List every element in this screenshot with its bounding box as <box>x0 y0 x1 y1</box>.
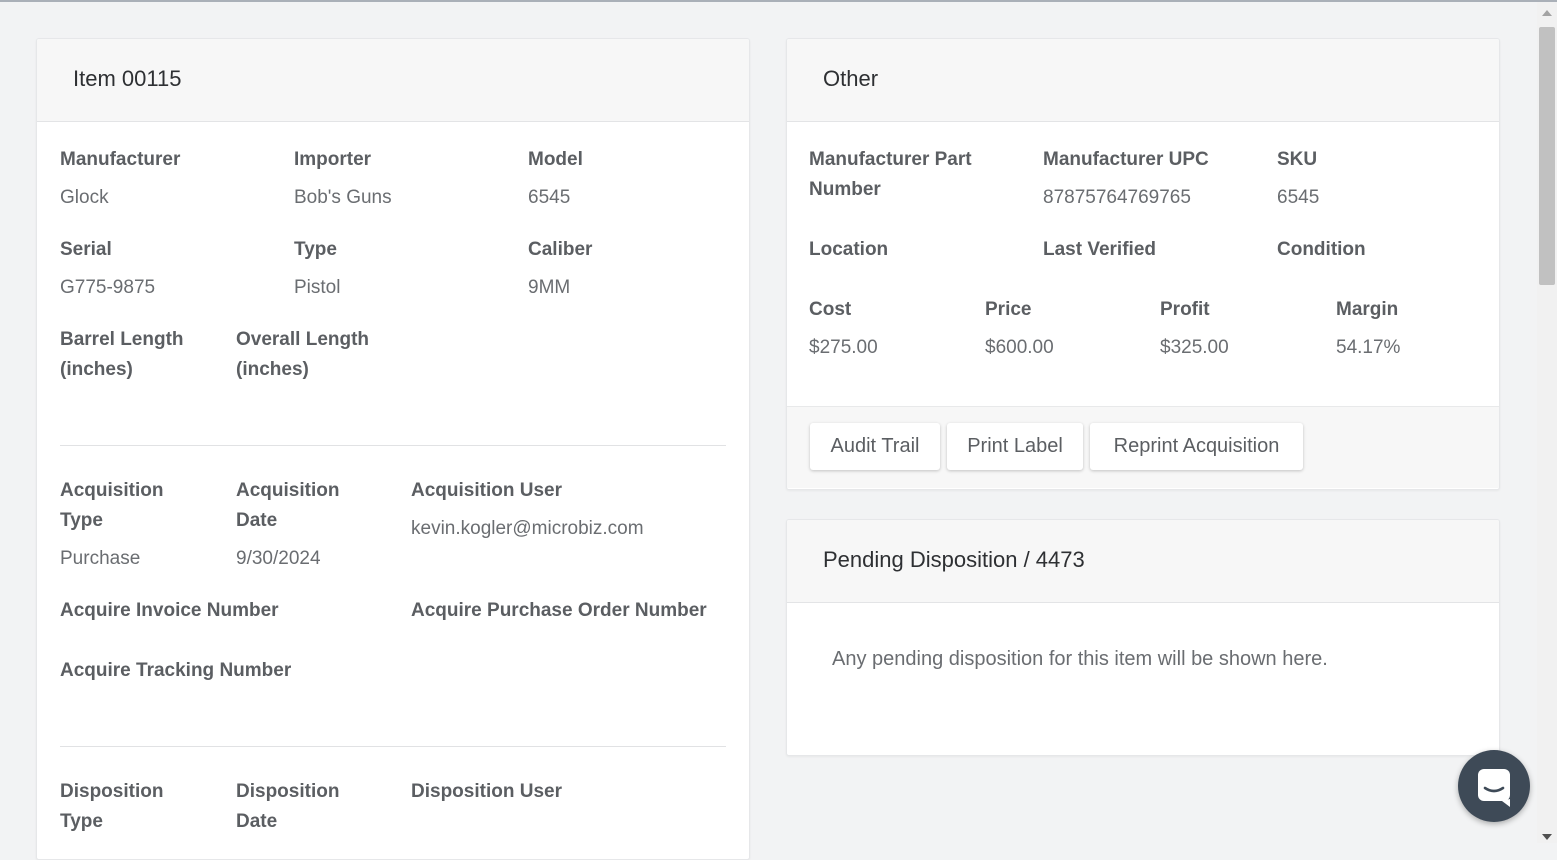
other-card-header: Other <box>787 39 1499 122</box>
acquisition-user-label: Acquisition User <box>411 480 562 501</box>
pending-disposition-message: Any pending disposition for this item wi… <box>832 648 1328 670</box>
item-card-title: Item 00115 <box>73 66 182 91</box>
barrel-length-label: Barrel Length (inches) <box>60 325 184 385</box>
pending-card-title: Pending Disposition / 4473 <box>823 547 1085 572</box>
print-label-button[interactable]: Print Label <box>947 423 1083 470</box>
importer-value: Bob's Guns <box>294 187 392 208</box>
chat-launcher-button[interactable] <box>1458 750 1530 822</box>
overall-length-label-line2: (inches) <box>236 359 309 380</box>
type-label: Type <box>294 239 337 260</box>
model-label: Model <box>528 149 583 170</box>
acquire-po-number-label: Acquire Purchase Order Number <box>411 600 707 621</box>
audit-trail-button[interactable]: Audit Trail <box>810 423 940 470</box>
disposition-type-label: Disposition Type <box>60 777 163 837</box>
other-card: Other Manufacturer Part Number Manufactu… <box>786 38 1500 490</box>
pending-disposition-card: Pending Disposition / 4473 Any pending d… <box>786 519 1500 756</box>
margin-label: Margin <box>1336 299 1399 320</box>
vertical-scrollbar[interactable] <box>1537 2 1557 843</box>
acquisition-date-label-line2: Date <box>236 510 278 531</box>
acquire-invoice-number-label: Acquire Invoice Number <box>60 600 279 621</box>
price-label: Price <box>985 299 1032 320</box>
overall-length-label: Overall Length (inches) <box>236 325 369 385</box>
sku-value: 6545 <box>1277 187 1320 208</box>
caliber-value: 9MM <box>528 277 571 298</box>
scroll-up-arrow-icon[interactable] <box>1542 10 1552 16</box>
item-card-header: Item 00115 <box>37 39 749 122</box>
model-value: 6545 <box>528 187 571 208</box>
importer-label: Importer <box>294 149 372 170</box>
type-value: Pistol <box>294 277 341 298</box>
scrollbar-thumb[interactable] <box>1539 27 1555 285</box>
acquisition-type-value: Purchase <box>60 548 141 569</box>
item-card: Item 00115 Manufacturer Glock Importer B… <box>36 38 750 860</box>
serial-value: G775-9875 <box>60 277 156 298</box>
margin-value: 54.17% <box>1336 337 1401 358</box>
pending-card-header: Pending Disposition / 4473 <box>787 520 1499 603</box>
location-label: Location <box>809 239 889 260</box>
section-divider <box>60 445 726 446</box>
chat-bubble-icon <box>1478 769 1510 807</box>
barrel-length-label-line2: (inches) <box>60 359 133 380</box>
disposition-user-label: Disposition User <box>411 781 562 802</box>
last-verified-label: Last Verified <box>1043 239 1156 260</box>
acquisition-type-label: Acquisition Type <box>60 476 163 536</box>
acquisition-date-label: Acquisition Date <box>236 476 339 536</box>
acquisition-type-label-line1: Acquisition <box>60 480 164 501</box>
acquisition-user-value: kevin.kogler@microbiz.com <box>411 518 644 539</box>
manufacturer-label: Manufacturer <box>60 149 181 170</box>
profit-label: Profit <box>1160 299 1210 320</box>
section-divider <box>60 746 726 747</box>
reprint-acquisition-button[interactable]: Reprint Acquisition <box>1090 423 1303 470</box>
disposition-type-label-line2: Type <box>60 811 103 832</box>
cost-value: $275.00 <box>809 337 878 358</box>
other-card-button-bar: Audit Trail Print Label Reprint Acquisit… <box>787 406 1499 488</box>
acquisition-type-label-line2: Type <box>60 510 103 531</box>
mfr-part-number-label: Manufacturer Part Number <box>809 145 972 205</box>
condition-label: Condition <box>1277 239 1366 260</box>
sku-label: SKU <box>1277 149 1318 170</box>
mfr-upc-value: 87875764769765 <box>1043 187 1191 208</box>
other-card-title: Other <box>823 66 879 91</box>
scroll-down-arrow-icon[interactable] <box>1542 834 1552 840</box>
cost-label: Cost <box>809 299 852 320</box>
overall-length-label-line1: Overall Length <box>236 329 370 350</box>
disposition-date-label: Disposition Date <box>236 777 339 837</box>
disposition-type-label-line1: Disposition <box>60 781 164 802</box>
acquisition-date-label-line1: Acquisition <box>236 480 340 501</box>
price-value: $600.00 <box>985 337 1054 358</box>
serial-label: Serial <box>60 239 112 260</box>
disposition-date-label-line2: Date <box>236 811 278 832</box>
manufacturer-value: Glock <box>60 187 109 208</box>
mfr-part-number-label-line1: Manufacturer Part <box>809 149 972 170</box>
barrel-length-label-line1: Barrel Length <box>60 329 184 350</box>
acquisition-date-value: 9/30/2024 <box>236 548 321 569</box>
caliber-label: Caliber <box>528 239 593 260</box>
disposition-date-label-line1: Disposition <box>236 781 340 802</box>
profit-value: $325.00 <box>1160 337 1229 358</box>
mfr-upc-label: Manufacturer UPC <box>1043 149 1209 170</box>
acquire-tracking-number-label: Acquire Tracking Number <box>60 660 292 681</box>
mfr-part-number-label-line2: Number <box>809 179 881 200</box>
